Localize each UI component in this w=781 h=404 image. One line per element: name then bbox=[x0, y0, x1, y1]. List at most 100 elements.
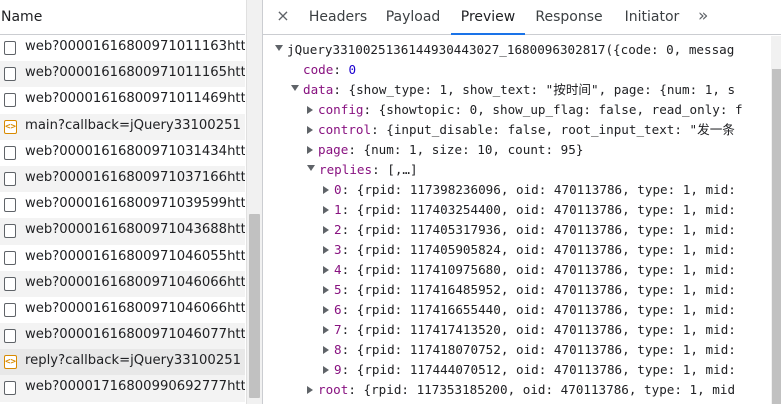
request-row[interactable]: web?00001616800971046055http bbox=[0, 245, 245, 271]
json-root-reply-summary: {rpid: 117353185200, oid: 470113786, typ… bbox=[363, 382, 736, 397]
request-row[interactable]: web?00001616800971046066http bbox=[0, 297, 245, 323]
json-reply-index: 1 bbox=[334, 202, 342, 217]
json-root-summary: jQuery3310025136144930443027_16800963028… bbox=[287, 42, 735, 57]
request-row[interactable]: web?00001616800971011165http bbox=[0, 61, 245, 88]
json-reply-summary: {rpid: 117416655440, oid: 470113786, typ… bbox=[356, 302, 736, 317]
json-root-reply-node[interactable]: root: {rpid: 117353185200, oid: 47011378… bbox=[307, 380, 735, 400]
request-row[interactable]: <> main?callback=jQuery33100251 bbox=[0, 113, 245, 140]
json-reply-item[interactable]: 2: {rpid: 117405317936, oid: 470113786, … bbox=[323, 220, 736, 240]
request-row[interactable]: web?00001616800971046066http bbox=[0, 270, 245, 297]
document-file-icon bbox=[4, 276, 16, 291]
detail-tab-bar: × Headers Payload Preview Response Initi… bbox=[263, 0, 781, 35]
script-file-icon: <> bbox=[4, 355, 17, 370]
collapsed-triangle-icon bbox=[323, 206, 329, 214]
preview-scrollbar-thumb[interactable] bbox=[772, 69, 781, 404]
json-reply-index: 5 bbox=[334, 282, 342, 297]
collapsed-triangle-icon bbox=[323, 246, 329, 254]
json-reply-item[interactable]: 0: {rpid: 117398236096, oid: 470113786, … bbox=[323, 180, 736, 200]
json-root-node[interactable]: jQuery3310025136144930443027_16800963028… bbox=[275, 40, 734, 60]
request-row[interactable]: web?00001616800971011163http bbox=[0, 35, 245, 61]
request-name: web?00001616800971011163http bbox=[25, 39, 245, 54]
json-preview: jQuery3310025136144930443027_16800963028… bbox=[263, 36, 771, 404]
collapsed-triangle-icon bbox=[323, 346, 329, 354]
json-reply-item[interactable]: 9: {rpid: 117444070512, oid: 470113786, … bbox=[323, 360, 736, 380]
tab-headers[interactable]: Headers bbox=[297, 0, 379, 35]
json-reply-index: 9 bbox=[334, 362, 342, 377]
json-data-node[interactable]: data: {show_type: 1, show_text: "按时间", p… bbox=[291, 80, 735, 100]
document-file-icon bbox=[4, 145, 16, 160]
json-reply-summary: {rpid: 117405317936, oid: 470113786, typ… bbox=[356, 222, 736, 237]
request-name: web?00001616800971046066http bbox=[25, 274, 245, 290]
expanded-triangle-icon bbox=[275, 45, 283, 51]
request-row[interactable]: web?00001616800971031434http bbox=[0, 140, 245, 166]
collapsed-triangle-icon bbox=[307, 386, 313, 394]
collapsed-triangle-icon bbox=[323, 226, 329, 234]
json-key-replies: replies bbox=[319, 162, 373, 177]
request-row[interactable]: web?00001716800990692777http bbox=[0, 375, 245, 402]
request-name: web?00001716800990692777http bbox=[25, 379, 245, 395]
request-name: web?00001616800971039599http bbox=[25, 196, 245, 212]
json-reply-item[interactable]: 5: {rpid: 117416485952, oid: 470113786, … bbox=[323, 280, 736, 300]
tab-payload[interactable]: Payload bbox=[379, 0, 447, 35]
document-file-icon bbox=[4, 93, 16, 108]
json-config-summary: {showtopic: 0, show_up_flag: false, read… bbox=[378, 102, 743, 117]
request-list-pane: Name web?00001616800971011163http web?000… bbox=[0, 0, 262, 404]
json-code-node: code: 0 bbox=[303, 62, 357, 77]
document-file-icon bbox=[4, 41, 16, 55]
json-key-page: page bbox=[318, 142, 349, 157]
request-row[interactable]: web?00001616800971043688http bbox=[0, 218, 245, 245]
document-file-icon bbox=[4, 302, 16, 317]
request-name: reply?callback=jQuery33100251 bbox=[25, 353, 241, 369]
json-reply-item[interactable]: 6: {rpid: 117416655440, oid: 470113786, … bbox=[323, 300, 736, 320]
json-reply-item[interactable]: 8: {rpid: 117418070752, oid: 470113786, … bbox=[323, 340, 736, 360]
tab-preview[interactable]: Preview bbox=[451, 0, 525, 35]
request-name: web?00001616800971046055http bbox=[25, 248, 245, 264]
collapsed-triangle-icon bbox=[323, 366, 329, 374]
document-file-icon bbox=[4, 198, 16, 213]
document-file-icon bbox=[4, 171, 16, 186]
request-row[interactable]: web?00001616800971037166http bbox=[0, 165, 245, 193]
tab-response[interactable]: Response bbox=[529, 0, 609, 35]
preview-scrollbar[interactable] bbox=[771, 36, 781, 404]
document-file-icon bbox=[4, 329, 16, 344]
collapsed-triangle-icon bbox=[307, 146, 313, 154]
json-control-summary: {input_disable: false, root_input_text: … bbox=[386, 122, 735, 137]
request-name: web?00001616800971011165http bbox=[25, 65, 245, 81]
json-reply-summary: {rpid: 117417413520, oid: 470113786, typ… bbox=[356, 322, 736, 337]
collapsed-triangle-icon bbox=[323, 266, 329, 274]
request-row[interactable]: web?00001616800971046077http bbox=[0, 323, 245, 350]
request-name: main?callback=jQuery33100251 bbox=[25, 117, 241, 133]
json-code-value: 0 bbox=[348, 62, 357, 77]
json-reply-index: 3 bbox=[334, 242, 342, 257]
json-reply-index: 0 bbox=[334, 182, 342, 197]
json-page-summary: {num: 1, size: 10, count: 95} bbox=[363, 142, 584, 157]
json-reply-summary: {rpid: 117416485952, oid: 470113786, typ… bbox=[356, 282, 736, 297]
request-row[interactable]: web?00001616800971039599http bbox=[0, 192, 245, 218]
document-file-icon bbox=[4, 381, 16, 396]
json-control-node[interactable]: control: {input_disable: false, root_inp… bbox=[307, 120, 735, 140]
json-reply-index: 7 bbox=[334, 322, 342, 337]
json-reply-item[interactable]: 7: {rpid: 117417413520, oid: 470113786, … bbox=[323, 320, 736, 340]
json-reply-item[interactable]: 1: {rpid: 117403254400, oid: 470113786, … bbox=[323, 200, 736, 220]
json-page-node[interactable]: page: {num: 1, size: 10, count: 95} bbox=[307, 140, 583, 160]
request-name: web?00001616800971043688http bbox=[25, 222, 245, 238]
collapsed-triangle-icon bbox=[323, 186, 329, 194]
request-row[interactable]: web?00001616800971011469http bbox=[0, 87, 245, 113]
expanded-triangle-icon bbox=[291, 85, 299, 91]
request-name: web?00001616800971046066http bbox=[25, 300, 245, 316]
json-replies-node[interactable]: replies: [,…] bbox=[307, 160, 418, 180]
json-reply-item[interactable]: 4: {rpid: 117410975680, oid: 470113786, … bbox=[323, 260, 736, 280]
json-reply-summary: {rpid: 117410975680, oid: 470113786, typ… bbox=[356, 262, 736, 277]
request-row[interactable]: <> reply?callback=jQuery33100251 bbox=[0, 349, 245, 376]
request-detail-pane: × Headers Payload Preview Response Initi… bbox=[262, 0, 781, 404]
tab-initiator[interactable]: Initiator bbox=[617, 0, 687, 35]
close-icon[interactable]: × bbox=[275, 7, 291, 25]
request-list-scrollbar-thumb[interactable] bbox=[249, 214, 260, 398]
json-config-node[interactable]: config: {showtopic: 0, show_up_flag: fal… bbox=[307, 100, 743, 120]
more-tabs-chevron-icon[interactable]: » bbox=[698, 6, 708, 26]
name-column-header[interactable]: Name bbox=[0, 0, 245, 35]
json-reply-index: 8 bbox=[334, 342, 342, 357]
request-name: web?00001616800971037166http bbox=[25, 169, 245, 185]
request-list-scrollbar[interactable] bbox=[246, 0, 262, 404]
json-reply-item[interactable]: 3: {rpid: 117405905824, oid: 470113786, … bbox=[323, 240, 736, 260]
